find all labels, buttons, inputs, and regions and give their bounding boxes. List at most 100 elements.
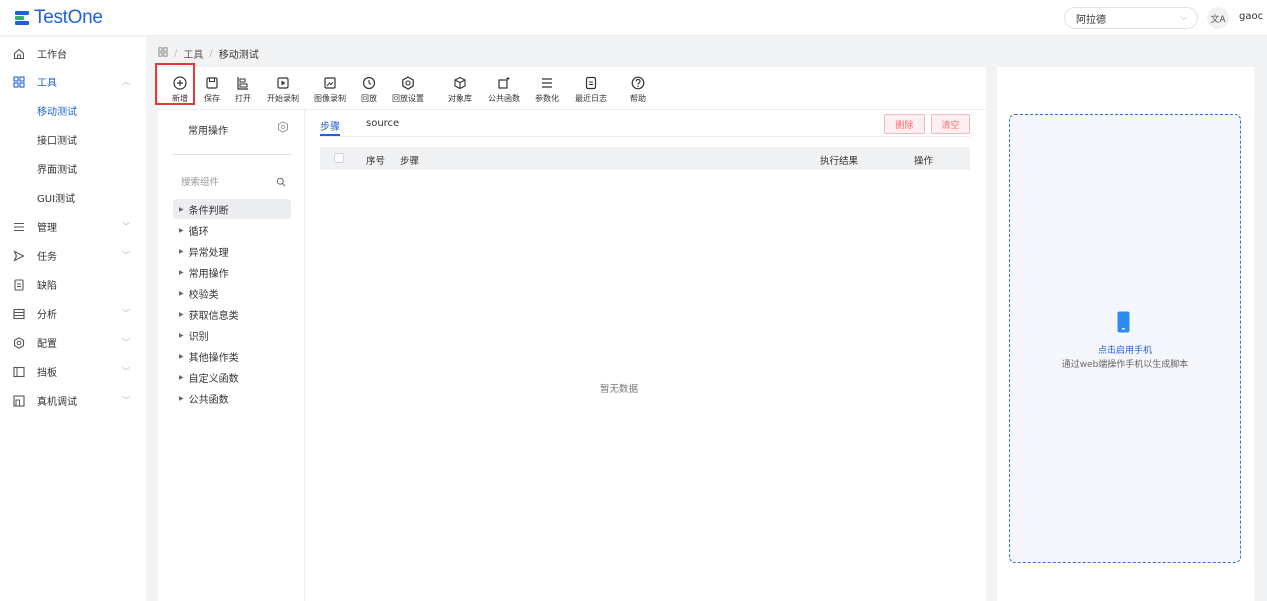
sidebar-subitem-api-test[interactable]: 接口测试 (0, 125, 146, 154)
open-icon (236, 76, 250, 90)
tree-item-label: 条件判断 (188, 205, 229, 217)
open-button[interactable]: 打开 (231, 73, 255, 105)
chevron-down-icon: ﹀ (122, 251, 130, 260)
sidebar-item-workbench[interactable]: 工作台 (0, 39, 146, 68)
toolbar-label: 参数化 (535, 94, 559, 103)
breadcrumb-item[interactable]: 工具 (183, 46, 203, 61)
top-bar: TestOne 阿拉德 ⌵ 文A gaoc (0, 0, 1267, 36)
start-record-button[interactable]: 开始录制 (265, 73, 301, 105)
tree-item[interactable]: ▶ 循环 (173, 220, 291, 240)
phone-icon[interactable] (1117, 311, 1130, 333)
parameterize-button[interactable]: 参数化 (533, 73, 561, 105)
tab-source[interactable]: source (366, 118, 399, 129)
image-record-button[interactable]: 图像录制 (312, 73, 348, 105)
caret-right-icon: ▶ (179, 394, 184, 402)
caret-right-icon: ▶ (179, 289, 184, 297)
sidebar-subitem-mobile-test[interactable]: 移动测试 (0, 96, 146, 125)
tree-item-label: 异常处理 (188, 247, 229, 259)
help-button[interactable]: 帮助 (626, 73, 650, 105)
component-search (173, 171, 291, 193)
caret-right-icon: ▶ (179, 226, 184, 234)
add-button-highlight (155, 63, 195, 105)
sidebar-item-tasks[interactable]: 任务 ﹀ (0, 241, 146, 270)
tree-item[interactable]: ▶ 公共函数 (173, 388, 291, 408)
save-button[interactable]: 保存 (200, 73, 224, 105)
sidebar-item-label: 挡板 (37, 368, 57, 379)
sidebar-item-label: 工作台 (37, 50, 67, 61)
chevron-down-icon: ﹀ (122, 222, 130, 231)
tree-item[interactable]: ▶ 常用操作 (173, 262, 291, 282)
replay-settings-button[interactable]: 回放设置 (390, 73, 426, 105)
enable-phone-area[interactable] (1009, 114, 1241, 563)
tree-item-label: 其他操作类 (188, 352, 239, 364)
sidebar-item-config[interactable]: 配置 ﹀ (0, 328, 146, 357)
user-name[interactable]: gaoc (1239, 11, 1263, 22)
toolbar-label: 帮助 (630, 94, 646, 103)
sidebar-item-baffle[interactable]: 挡板 ﹀ (0, 357, 146, 386)
tree-item-label: 识别 (188, 331, 209, 343)
send-icon (13, 249, 25, 262)
enable-phone-desc: 通过web端操作手机以生成脚本 (1061, 360, 1189, 370)
sidebar-subitem-label: 移动测试 (37, 107, 77, 118)
public-functions-button[interactable]: 公共函数 (486, 73, 522, 105)
delete-button[interactable]: 删除 (884, 114, 925, 134)
help-icon (631, 76, 645, 90)
tree-item[interactable]: ▶ 识别 (173, 325, 291, 345)
tree-item[interactable]: ▶ 其他操作类 (173, 346, 291, 366)
caret-right-icon: ▶ (179, 247, 184, 255)
toolbar-label: 回放设置 (392, 94, 424, 103)
search-icon[interactable] (276, 177, 286, 187)
tree-item[interactable]: ▶ 条件判断 (173, 199, 291, 219)
grid-icon[interactable] (158, 47, 168, 60)
gear-icon[interactable] (277, 121, 289, 133)
log-icon (584, 76, 598, 90)
tree-item[interactable]: ▶ 获取信息类 (173, 304, 291, 324)
list-icon (540, 76, 554, 90)
panel-icon (13, 366, 25, 378)
image-icon (323, 76, 337, 90)
tree-item-label: 校验类 (188, 289, 219, 301)
window-icon (13, 308, 25, 320)
sidebar-subitem-ui-test[interactable]: 界面测试 (0, 154, 146, 183)
project-select[interactable]: 阿拉德 ⌵ (1064, 7, 1198, 29)
search-input[interactable] (181, 176, 271, 188)
enable-phone-link[interactable]: 点击启用手机 (1009, 343, 1241, 356)
sidebar-subitem-label: GUI测试 (37, 194, 76, 205)
translate-button[interactable]: 文A (1207, 7, 1229, 29)
sidebar-item-manage[interactable]: 管理 ﹀ (0, 212, 146, 241)
sidebar-subitem-gui-test[interactable]: GUI测试 (0, 183, 146, 212)
chevron-down-icon: ﹀ (122, 309, 130, 318)
sidebar-subitem-label: 接口测试 (37, 136, 77, 147)
breadcrumb: / 工具 / 移动测试 (158, 46, 259, 61)
tree-item-label: 获取信息类 (188, 310, 239, 322)
tab-steps[interactable]: 步骤 (320, 118, 340, 133)
toolbar-label: 打开 (235, 94, 251, 103)
tree-item-label: 常用操作 (188, 268, 229, 280)
column-header-step: 步骤 (400, 156, 420, 167)
sidebar-item-label: 配置 (37, 339, 57, 350)
common-ops-title: 常用操作 (188, 126, 228, 137)
tree-item[interactable]: ▶ 异常处理 (173, 241, 291, 261)
toolbar-divider (158, 109, 986, 110)
app-logo[interactable]: TestOne (14, 7, 103, 29)
sidebar-subitem-label: 界面测试 (37, 165, 77, 176)
replay-button[interactable]: 回放 (357, 73, 381, 105)
object-library-button[interactable]: 对象库 (446, 73, 474, 105)
sidebar-item-analysis[interactable]: 分析 ﹀ (0, 299, 146, 328)
tree-item[interactable]: ▶ 校验类 (173, 283, 291, 303)
recent-logs-button[interactable]: 最近日志 (573, 73, 609, 105)
tabs-divider (320, 136, 970, 137)
clear-button[interactable]: 清空 (931, 114, 970, 134)
tree-item[interactable]: ▶ 自定义函数 (173, 367, 291, 387)
select-all-checkbox[interactable] (334, 153, 344, 163)
gear-icon (401, 76, 415, 90)
sidebar-item-defects[interactable]: 缺陷 (0, 270, 146, 299)
caret-right-icon: ▶ (179, 310, 184, 318)
sidebar-item-device-debug[interactable]: 真机调试 ﹀ (0, 386, 146, 415)
toolbar-label: 对象库 (448, 94, 472, 103)
toolbar-label: 最近日志 (575, 94, 607, 103)
sidebar-item-tools[interactable]: 工具 ︿ (0, 67, 146, 96)
play-icon (276, 76, 290, 90)
doc-icon (13, 278, 25, 291)
empty-state-text: 暂无数据 (600, 384, 639, 395)
